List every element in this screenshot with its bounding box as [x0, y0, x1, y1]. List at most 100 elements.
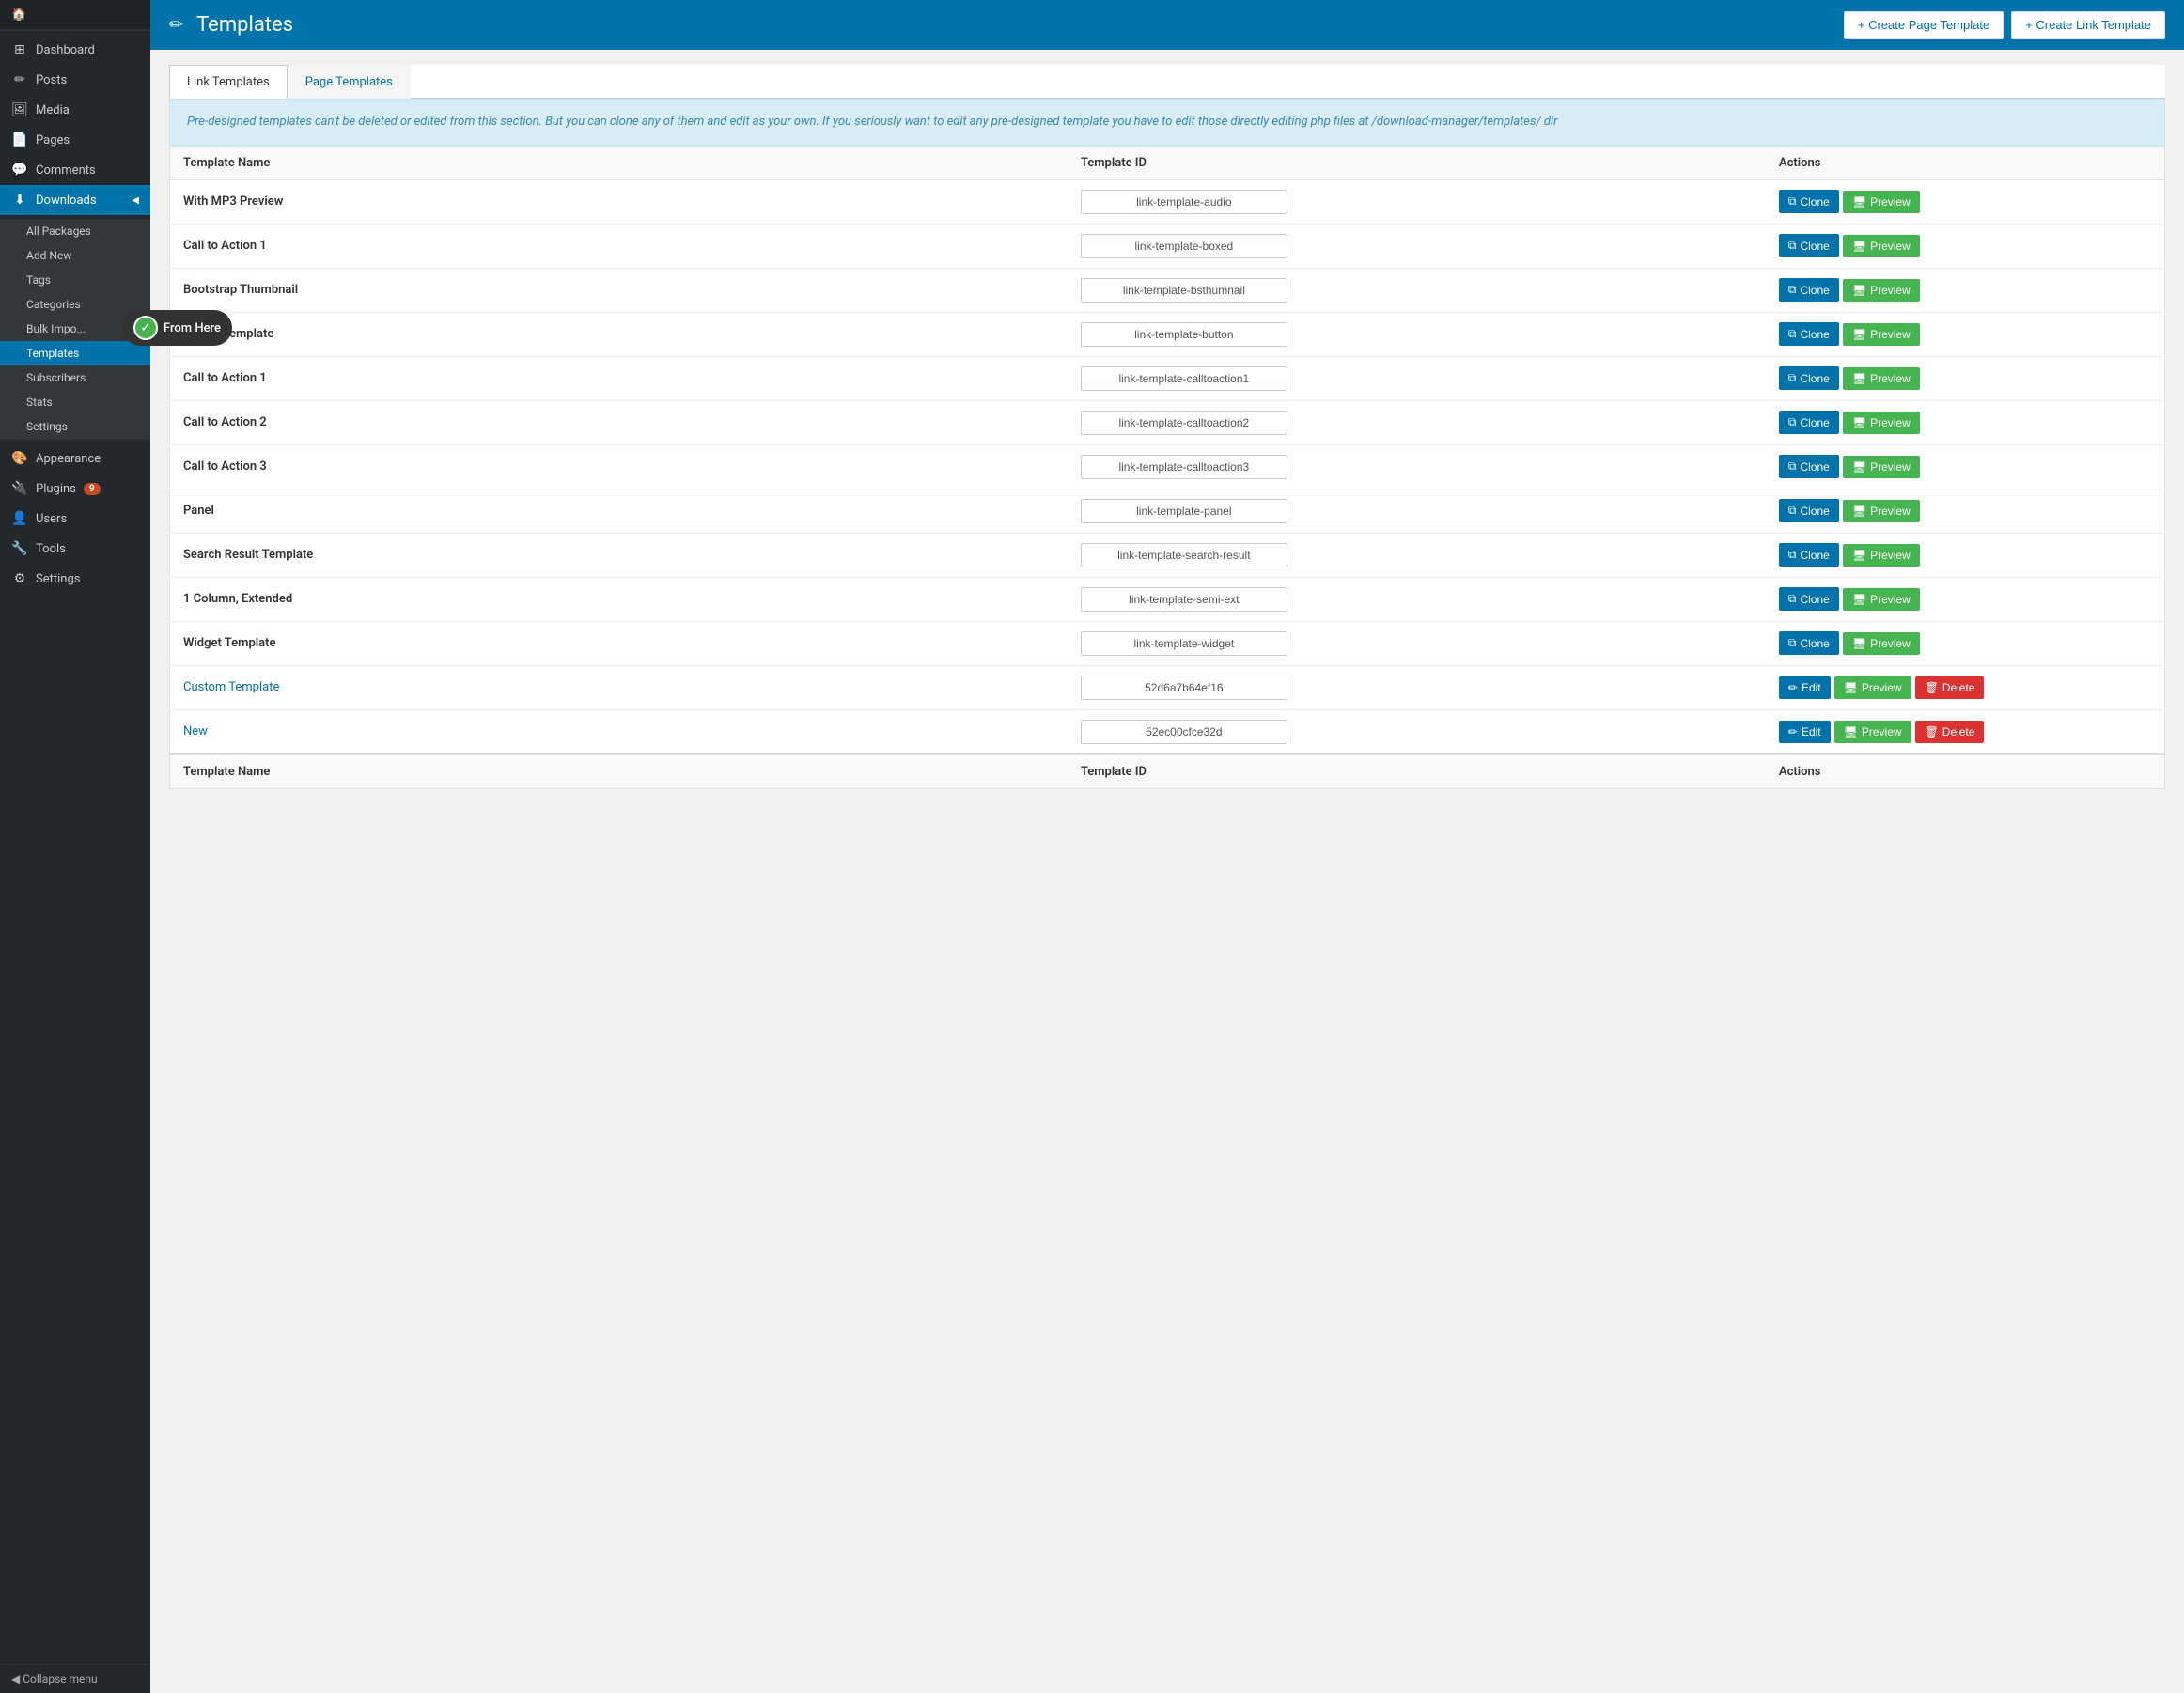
submenu-subscribers[interactable]: Subscribers: [0, 365, 150, 390]
template-name-link[interactable]: New: [183, 724, 208, 738]
preview-button[interactable]: 🖥 Preview: [1843, 235, 1920, 257]
template-id-cell: [1068, 533, 1766, 577]
template-actions-cell: ✏ Edit🖥 Preview🗑 Delete: [1766, 709, 2165, 754]
clone-button[interactable]: ⧉ Clone: [1779, 190, 1839, 213]
downloads-arrow: ◀: [132, 195, 139, 206]
clone-button[interactable]: ⧉ Clone: [1779, 455, 1839, 478]
sidebar-item-plugins[interactable]: 🔌 Plugins 9: [0, 474, 150, 504]
tab-link-templates[interactable]: Link Templates: [169, 65, 288, 99]
sidebar-item-comments[interactable]: 💬 Comments: [0, 155, 150, 185]
table-row: Button Template⧉ Clone🖥 Preview: [170, 312, 2165, 356]
table-header-row: Template Name Template ID Actions: [170, 146, 2165, 179]
template-id-input[interactable]: [1081, 366, 1287, 391]
preview-button[interactable]: 🖥 Preview: [1843, 632, 1920, 655]
create-page-template-button[interactable]: + Create Page Template: [1844, 11, 2004, 39]
template-actions-cell: ⧉ Clone🖥 Preview: [1766, 533, 2165, 577]
template-name-cell: 1 Column, Extended: [170, 577, 1068, 621]
sidebar-item-users[interactable]: 👤 Users: [0, 504, 150, 534]
table-row: Call to Action 1⧉ Clone🖥 Preview: [170, 224, 2165, 268]
preview-button[interactable]: 🖥 Preview: [1834, 721, 1911, 743]
preview-button[interactable]: 🖥 Preview: [1843, 456, 1920, 478]
sidebar-item-downloads[interactable]: ⬇ Downloads ◀: [0, 185, 150, 215]
sidebar-item-label: Pages: [36, 133, 70, 148]
sidebar-item-tools[interactable]: 🔧 Tools: [0, 534, 150, 564]
submenu-tags[interactable]: Tags: [0, 268, 150, 292]
template-id-cell: [1068, 312, 1766, 356]
preview-button[interactable]: 🖥 Preview: [1843, 367, 1920, 390]
sidebar-main-nav: ⊞ Dashboard ✏ Posts 🖼 Media 📄 Pages 💬 Co…: [0, 30, 150, 219]
clone-button[interactable]: ⧉ Clone: [1779, 631, 1839, 655]
clone-button[interactable]: ⧉ Clone: [1779, 366, 1839, 390]
submenu-add-new[interactable]: Add New: [0, 243, 150, 268]
sidebar-item-label: Tools: [36, 542, 66, 556]
template-id-input[interactable]: [1081, 234, 1287, 258]
template-actions-cell: ✏ Edit🖥 Preview🗑 Delete: [1766, 665, 2165, 709]
preview-button[interactable]: 🖥 Preview: [1843, 191, 1920, 213]
template-id-input[interactable]: [1081, 631, 1287, 656]
template-actions-cell: ⧉ Clone🖥 Preview: [1766, 489, 2165, 533]
preview-button[interactable]: 🖥 Preview: [1843, 500, 1920, 522]
preview-button[interactable]: 🖥 Preview: [1843, 412, 1920, 434]
table-row: New ✏ Edit🖥 Preview🗑 Delete: [170, 709, 2165, 754]
template-id-input[interactable]: [1081, 322, 1287, 347]
clone-button[interactable]: ⧉ Clone: [1779, 499, 1839, 522]
template-id-input[interactable]: [1081, 455, 1287, 479]
clone-button[interactable]: ⧉ Clone: [1779, 411, 1839, 434]
col-actions: Actions: [1766, 146, 2165, 179]
template-id-cell: [1068, 489, 1766, 533]
sidebar-item-media[interactable]: 🖼 Media: [0, 95, 150, 125]
template-name-cell: Call to Action 2: [170, 400, 1068, 444]
template-id-input[interactable]: [1081, 278, 1287, 303]
preview-icon: 🖥: [1844, 681, 1858, 694]
sidebar-item-pages[interactable]: 📄 Pages: [0, 125, 150, 155]
sidebar-item-settings[interactable]: ⚙ Settings: [0, 564, 150, 594]
clone-button[interactable]: ⧉ Clone: [1779, 543, 1839, 567]
table-row: Call to Action 1⧉ Clone🖥 Preview: [170, 356, 2165, 400]
template-id-input[interactable]: [1081, 411, 1287, 435]
col-template-id: Template ID: [1068, 146, 1766, 179]
edit-button[interactable]: ✏ Edit: [1779, 721, 1831, 743]
clone-icon: ⧉: [1788, 327, 1797, 341]
clone-button[interactable]: ⧉ Clone: [1779, 278, 1839, 302]
preview-button[interactable]: 🖥 Preview: [1843, 323, 1920, 346]
submenu-stats[interactable]: Stats: [0, 390, 150, 414]
preview-button[interactable]: 🖥 Preview: [1834, 676, 1911, 699]
template-id-input[interactable]: [1081, 543, 1287, 567]
create-link-template-button[interactable]: + Create Link Template: [2011, 11, 2165, 39]
template-id-input[interactable]: [1081, 676, 1287, 700]
preview-button[interactable]: 🖥 Preview: [1843, 544, 1920, 567]
clone-icon: ⧉: [1788, 194, 1797, 209]
tab-page-templates[interactable]: Page Templates: [288, 65, 411, 99]
submenu-templates[interactable]: Templates: [0, 341, 150, 365]
clone-button[interactable]: ⧉ Clone: [1779, 234, 1839, 257]
sidebar-item-posts[interactable]: ✏ Posts: [0, 65, 150, 95]
edit-button[interactable]: ✏ Edit: [1779, 676, 1831, 699]
table-row: Panel⧉ Clone🖥 Preview: [170, 489, 2165, 533]
template-name-link[interactable]: Custom Template: [183, 680, 279, 694]
clone-button[interactable]: ⧉ Clone: [1779, 587, 1839, 611]
template-id-input[interactable]: [1081, 499, 1287, 523]
table-row: Search Result Template⧉ Clone🖥 Preview: [170, 533, 2165, 577]
template-id-input[interactable]: [1081, 720, 1287, 744]
template-id-input[interactable]: [1081, 190, 1287, 214]
clone-button[interactable]: ⧉ Clone: [1779, 322, 1839, 346]
sidebar-item-label: Settings: [36, 572, 80, 586]
template-id-input[interactable]: [1081, 587, 1287, 612]
delete-button[interactable]: 🗑 Delete: [1915, 721, 1985, 743]
collapse-menu[interactable]: ◀ Collapse menu: [0, 1664, 150, 1693]
table-row: Bootstrap Thumbnail⧉ Clone🖥 Preview: [170, 268, 2165, 312]
sidebar-item-appearance[interactable]: 🎨 Appearance: [0, 443, 150, 474]
submenu-all-packages[interactable]: All Packages: [0, 219, 150, 243]
main-content: ✏ Templates + Create Page Template + Cre…: [150, 0, 2184, 1693]
preview-button[interactable]: 🖥 Preview: [1843, 588, 1920, 611]
clone-icon: ⧉: [1788, 459, 1797, 474]
template-name-cell: Widget Template: [170, 621, 1068, 665]
template-id-cell: [1068, 400, 1766, 444]
preview-button[interactable]: 🖥 Preview: [1843, 279, 1920, 302]
submenu-categories[interactable]: Categories: [0, 292, 150, 317]
delete-button[interactable]: 🗑 Delete: [1915, 676, 1985, 699]
sidebar-item-dashboard[interactable]: ⊞ Dashboard: [0, 35, 150, 65]
preview-icon: 🖥: [1852, 195, 1866, 209]
footer-col-actions: Actions: [1766, 754, 2165, 789]
submenu-settings[interactable]: Settings: [0, 414, 150, 439]
